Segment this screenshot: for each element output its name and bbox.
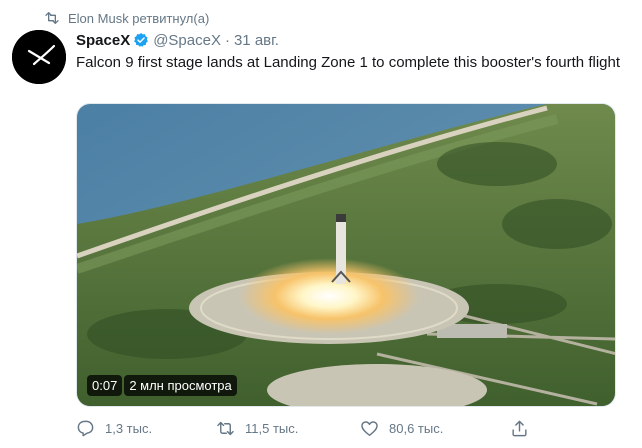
like-count: 80,6 тыс. [389,420,444,436]
video-views: 2 млн просмотра [124,375,237,396]
tweet-timestamp[interactable]: 31 авг. [234,32,279,49]
like-button[interactable]: 80,6 тыс. [360,419,510,438]
header-separator: · [224,31,230,49]
retweet-button[interactable]: 11,5 тыс. [216,419,360,438]
share-icon [512,420,527,436]
retweet-icon [217,421,234,435]
avatar[interactable] [12,30,66,84]
retweet-icon [45,12,59,25]
video-thumbnail [77,104,615,406]
tweet-text: Falcon 9 first stage lands at Landing Zo… [76,54,621,71]
heart-icon [361,420,378,436]
retweet-context[interactable]: Elon Musk ретвитнул(а) [44,8,209,28]
author-handle[interactable]: @SpaceX [153,32,221,49]
video-duration: 0:07 [87,375,123,396]
reply-button[interactable]: 1,3 тыс. [76,419,216,438]
video-badge: 0:07 2 млн просмотра [87,375,237,396]
reply-icon [77,420,94,436]
verified-badge-icon [134,33,149,47]
retweet-count: 11,5 тыс. [245,420,299,436]
share-button[interactable] [510,419,550,438]
video-player[interactable]: 0:07 2 млн просмотра [76,103,616,407]
tweet-actions: 1,3 тыс. 11,5 тыс. 80,6 тыс. [76,416,616,440]
author-display-name[interactable]: SpaceX [76,32,130,49]
spacex-logo-icon [12,30,66,84]
retweet-context-text: Elon Musk ретвитнул(а) [68,10,210,26]
reply-count: 1,3 тыс. [105,420,153,436]
tweet-header: SpaceX @SpaceX · 31 авг. [76,30,279,50]
